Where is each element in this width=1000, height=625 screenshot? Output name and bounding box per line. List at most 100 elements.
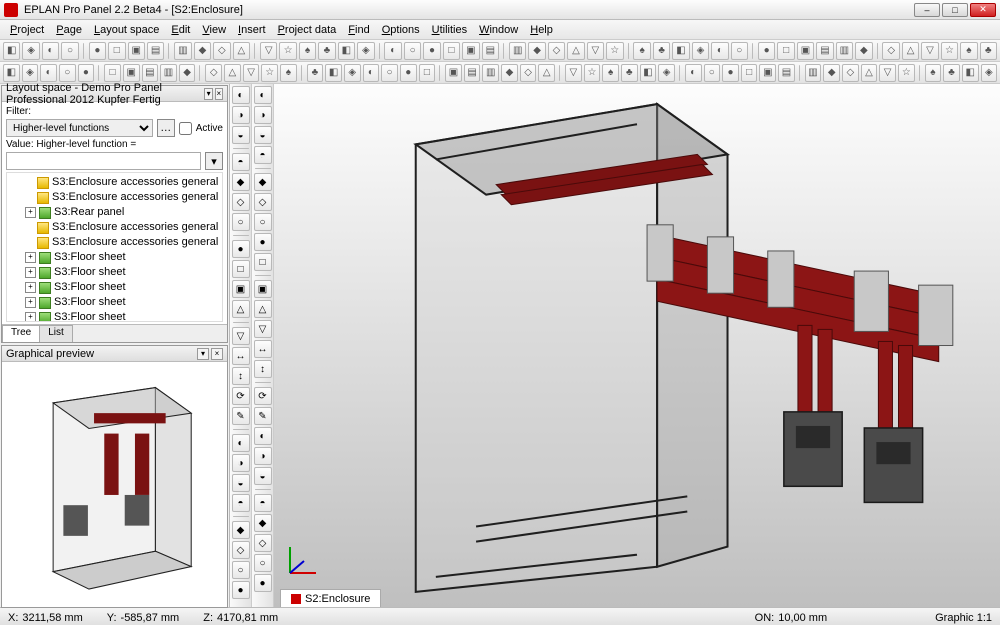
expand-icon[interactable]: + xyxy=(25,297,36,308)
menu-project[interactable]: Project xyxy=(4,22,50,38)
toolbar-button[interactable]: ▤ xyxy=(482,42,499,60)
menu-help[interactable]: Help xyxy=(524,22,559,38)
vtool-button[interactable]: ◑ xyxy=(254,106,272,124)
vtool-button[interactable]: ◓ xyxy=(232,153,250,171)
filter-browse-button[interactable]: … xyxy=(157,119,175,137)
toolbar-button[interactable]: ◧ xyxy=(3,42,20,60)
tree-node[interactable]: S3:Enclosure accessories general xyxy=(9,220,220,235)
toolbar-button[interactable]: △ xyxy=(861,64,878,82)
toolbar-button[interactable]: ◈ xyxy=(357,42,374,60)
menu-project-data[interactable]: Project data xyxy=(272,22,343,38)
toolbar-button[interactable]: ▥ xyxy=(482,64,499,82)
menu-find[interactable]: Find xyxy=(342,22,375,38)
menu-edit[interactable]: Edit xyxy=(165,22,196,38)
vtool-button[interactable]: ⟳ xyxy=(232,387,250,405)
toolbar-button[interactable]: □ xyxy=(741,64,758,82)
toolbar-button[interactable]: ● xyxy=(78,64,95,82)
preview-close-icon[interactable]: × xyxy=(211,348,223,360)
toolbar-button[interactable]: ◧ xyxy=(338,42,355,60)
toolbar-button[interactable]: ▤ xyxy=(816,42,833,60)
vtool-button[interactable]: ● xyxy=(254,233,272,251)
toolbar-button[interactable]: ▥ xyxy=(836,42,853,60)
menu-window[interactable]: Window xyxy=(473,22,524,38)
toolbar-button[interactable]: ♠ xyxy=(299,42,316,60)
toolbar-button[interactable]: ◈ xyxy=(344,64,361,82)
toolbar-button[interactable]: ▽ xyxy=(587,42,604,60)
vtool-button[interactable]: ◇ xyxy=(254,193,272,211)
maximize-button[interactable]: □ xyxy=(942,3,968,17)
toolbar-button[interactable]: ◧ xyxy=(672,42,689,60)
toolbar-button[interactable]: ◐ xyxy=(40,64,57,82)
vtool-button[interactable]: ◐ xyxy=(232,434,250,452)
menu-options[interactable]: Options xyxy=(376,22,426,38)
toolbar-button[interactable]: ▤ xyxy=(142,64,159,82)
vtool-button[interactable]: ◐ xyxy=(232,86,250,104)
toolbar-button[interactable]: ◇ xyxy=(548,42,565,60)
expand-icon[interactable]: + xyxy=(25,252,36,263)
toolbar-button[interactable]: ◈ xyxy=(22,64,39,82)
toolbar-button[interactable]: △ xyxy=(233,42,250,60)
vtool-button[interactable]: ○ xyxy=(254,213,272,231)
structure-tree[interactable]: S3:Enclosure accessories generalS3:Enclo… xyxy=(6,172,223,322)
toolbar-button[interactable]: ◐ xyxy=(384,42,401,60)
vtool-button[interactable]: □ xyxy=(254,253,272,271)
toolbar-button[interactable]: ○ xyxy=(59,64,76,82)
vtool-button[interactable]: ◇ xyxy=(232,193,250,211)
vtool-button[interactable]: □ xyxy=(232,260,250,278)
value-dropdown-button[interactable]: ▾ xyxy=(205,152,223,170)
toolbar-button[interactable]: ○ xyxy=(704,64,721,82)
vtool-button[interactable]: ◐ xyxy=(254,427,272,445)
panel-close-icon[interactable]: × xyxy=(215,88,223,100)
toolbar-button[interactable]: ◆ xyxy=(855,42,872,60)
toolbar-button[interactable]: △ xyxy=(902,42,919,60)
vtool-button[interactable]: ◆ xyxy=(254,173,272,191)
toolbar-button[interactable]: □ xyxy=(777,42,794,60)
toolbar-button[interactable]: ◆ xyxy=(823,64,840,82)
vtool-button[interactable]: ◇ xyxy=(232,541,250,559)
toolbar-button[interactable]: ♣ xyxy=(980,42,997,60)
toolbar-button[interactable]: ◇ xyxy=(842,64,859,82)
vtool-button[interactable]: ◒ xyxy=(254,467,272,485)
toolbar-button[interactable]: ▤ xyxy=(464,64,481,82)
vtool-button[interactable]: ⟳ xyxy=(254,387,272,405)
toolbar-button[interactable]: ♠ xyxy=(925,64,942,82)
toolbar-button[interactable]: ● xyxy=(89,42,106,60)
toolbar-button[interactable]: ◇ xyxy=(213,42,230,60)
toolbar-button[interactable]: □ xyxy=(443,42,460,60)
toolbar-button[interactable]: ▽ xyxy=(921,42,938,60)
toolbar-button[interactable]: ◆ xyxy=(179,64,196,82)
vtool-button[interactable]: ◓ xyxy=(254,146,272,164)
vtool-button[interactable]: ◆ xyxy=(232,173,250,191)
vtool-button[interactable]: ◓ xyxy=(232,494,250,512)
toolbar-button[interactable]: ● xyxy=(400,64,417,82)
vtool-button[interactable]: ◒ xyxy=(232,126,250,144)
vtool-button[interactable]: ◒ xyxy=(254,126,272,144)
toolbar-button[interactable]: ◐ xyxy=(42,42,59,60)
toolbar-button[interactable]: ◧ xyxy=(3,64,20,82)
toolbar-button[interactable]: ♠ xyxy=(280,64,297,82)
tree-node[interactable]: +S3:Floor sheet xyxy=(9,310,220,322)
tab-tree[interactable]: Tree xyxy=(2,325,40,342)
menu-view[interactable]: View xyxy=(196,22,232,38)
toolbar-button[interactable]: △ xyxy=(567,42,584,60)
toolbar-button[interactable]: ▥ xyxy=(805,64,822,82)
vtool-button[interactable]: ◇ xyxy=(254,534,272,552)
toolbar-button[interactable]: ○ xyxy=(61,42,78,60)
toolbar-button[interactable]: ○ xyxy=(404,42,421,60)
toolbar-button[interactable]: ◧ xyxy=(640,64,657,82)
toolbar-button[interactable]: ◆ xyxy=(528,42,545,60)
document-tab[interactable]: S2:Enclosure xyxy=(280,589,381,607)
toolbar-button[interactable]: ▣ xyxy=(123,64,140,82)
vtool-button[interactable]: ◑ xyxy=(254,447,272,465)
tree-node[interactable]: S3:Enclosure accessories general xyxy=(9,235,220,250)
toolbar-button[interactable]: ● xyxy=(423,42,440,60)
toolbar-button[interactable]: ♠ xyxy=(960,42,977,60)
vtool-button[interactable]: ◒ xyxy=(232,474,250,492)
toolbar-button[interactable]: □ xyxy=(104,64,121,82)
vtool-button[interactable]: ● xyxy=(254,574,272,592)
toolbar-button[interactable]: ○ xyxy=(381,64,398,82)
tree-node[interactable]: S3:Enclosure accessories general xyxy=(9,190,220,205)
toolbar-button[interactable]: ◇ xyxy=(882,42,899,60)
vtool-button[interactable]: ✎ xyxy=(254,407,272,425)
toolbar-button[interactable]: ◧ xyxy=(325,64,342,82)
